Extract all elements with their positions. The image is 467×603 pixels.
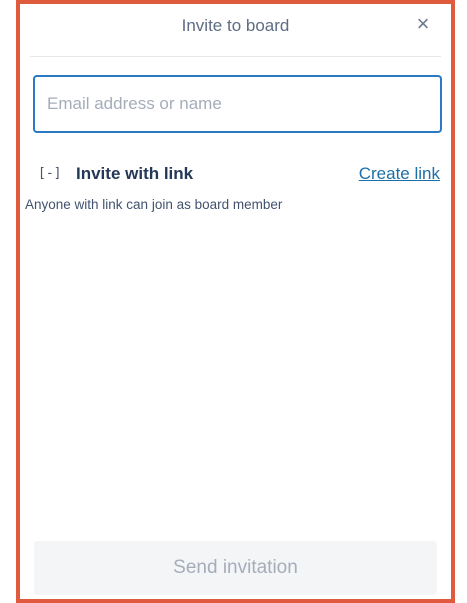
invite-dialog-frame: Invite to board × [-] Invite with link C… <box>16 0 455 603</box>
create-link-button[interactable]: Create link <box>359 164 440 184</box>
invite-dialog: Invite to board × [-] Invite with link C… <box>20 4 451 599</box>
send-invitation-button[interactable]: Send invitation <box>34 541 437 595</box>
link-icon: [-] <box>38 166 62 181</box>
dialog-header: Invite to board × <box>30 4 441 57</box>
invite-with-link-label: Invite with link <box>76 164 194 183</box>
dialog-title: Invite to board <box>181 16 290 35</box>
close-icon[interactable]: × <box>411 12 435 36</box>
email-input[interactable] <box>45 88 430 120</box>
email-field[interactable] <box>33 75 442 133</box>
invite-with-link-row: [-] Invite with link Create link <box>38 164 443 188</box>
invite-link-hint: Anyone with link can join as board membe… <box>25 197 283 212</box>
